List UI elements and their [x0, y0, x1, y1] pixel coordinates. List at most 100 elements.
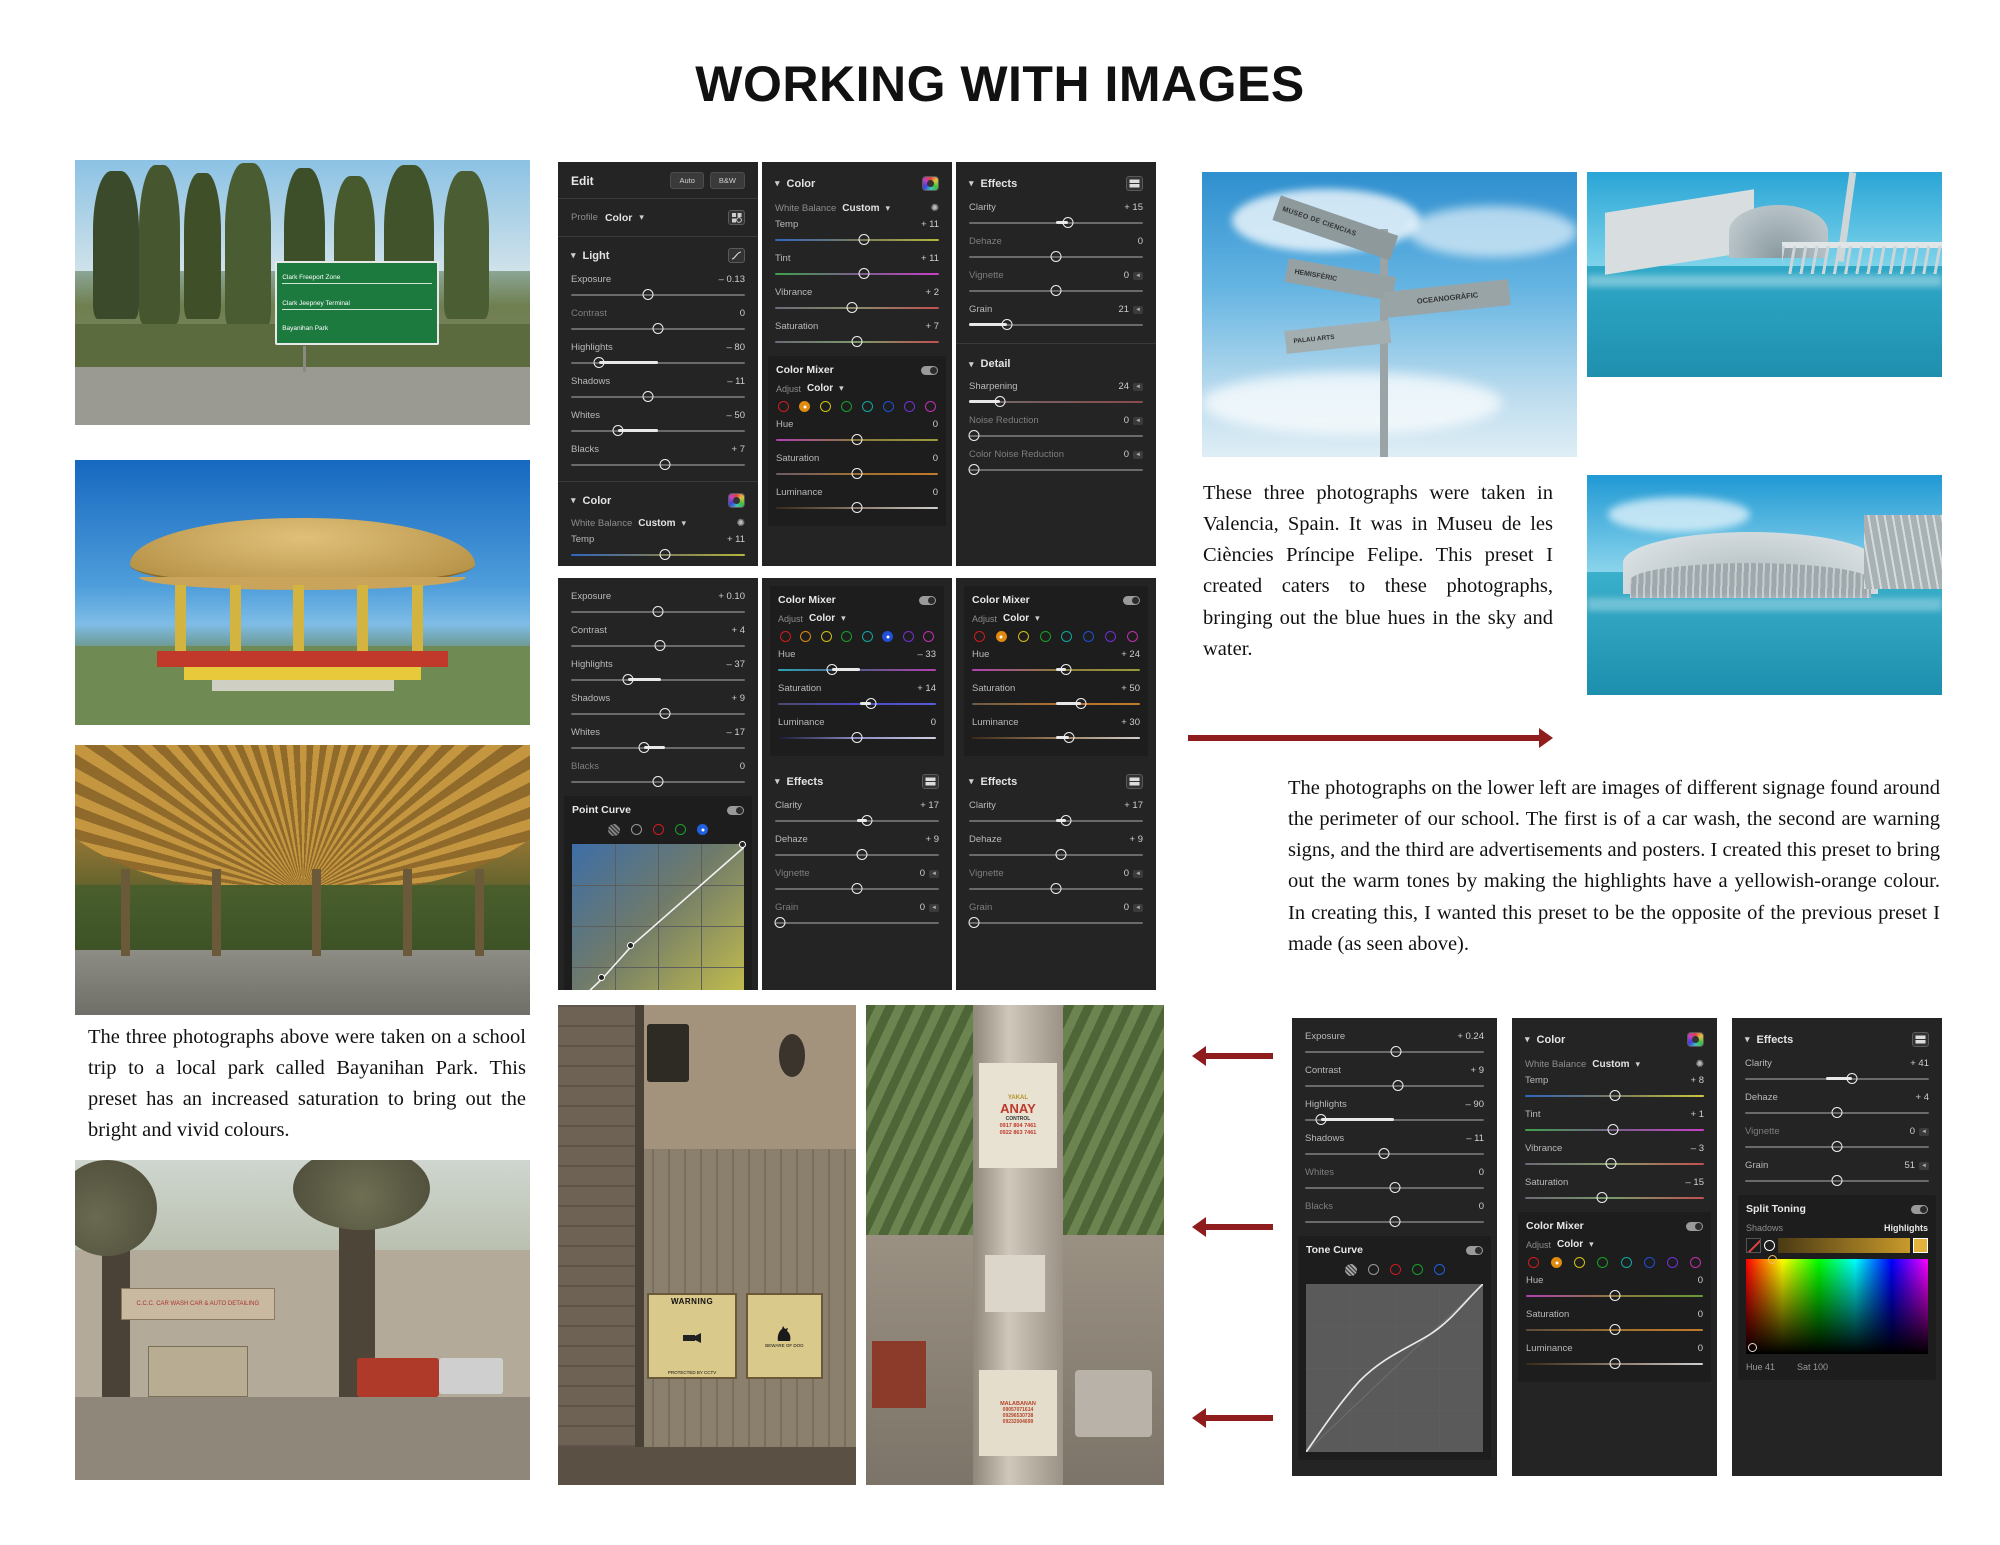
- slider-knob[interactable]: [1596, 1192, 1608, 1203]
- slider-knob[interactable]: [642, 289, 654, 300]
- point-curve-block[interactable]: Point Curve: [564, 796, 752, 990]
- color-swatch-3[interactable]: [1597, 1257, 1609, 1268]
- effects-split-toning-panel[interactable]: ▾ Effects Clarity + 41 Dehaze + 4 Vignet…: [1732, 1018, 1942, 1476]
- slider-track[interactable]: [969, 396, 1143, 408]
- color-swatch-7[interactable]: [922, 631, 934, 642]
- color-picker-field[interactable]: [1746, 1255, 1928, 1354]
- slider-knob[interactable]: [1389, 1216, 1400, 1227]
- light2-sliders[interactable]: Exposure + 0.10 Contrast + 4 Highlights …: [558, 586, 758, 790]
- slider-blacks[interactable]: Blacks 0: [558, 756, 758, 790]
- effects-section-header-4[interactable]: ▾ Effects: [1732, 1018, 1942, 1053]
- slider-exposure[interactable]: Exposure + 0.24: [1292, 1026, 1497, 1060]
- slider-highlights[interactable]: Highlights – 90: [1292, 1094, 1497, 1128]
- slider-saturation[interactable]: Saturation 0: [1526, 1304, 1703, 1338]
- slider-track[interactable]: [1305, 1046, 1484, 1058]
- slider-knob[interactable]: [774, 917, 786, 928]
- color-swatch-5[interactable]: [1083, 631, 1095, 642]
- slider-track[interactable]: [571, 289, 745, 301]
- slider-knob[interactable]: [652, 323, 664, 334]
- slider-track[interactable]: [776, 502, 938, 514]
- slider-hue[interactable]: Hue + 24: [972, 644, 1140, 678]
- color-swatch-6[interactable]: [1105, 631, 1117, 642]
- slider-whites[interactable]: Whites – 50: [558, 405, 758, 439]
- slider-shadows[interactable]: Shadows – 11: [1292, 1128, 1497, 1162]
- slider-track[interactable]: [969, 251, 1143, 263]
- effects-section-header[interactable]: ▾ Effects: [956, 162, 1156, 197]
- slider-clarity[interactable]: Clarity + 41: [1732, 1053, 1942, 1087]
- point-curve-graph[interactable]: [572, 841, 746, 990]
- color-swatch-5[interactable]: [882, 631, 894, 642]
- color-mixer-block-3[interactable]: Color Mixer Adjust Color ▾ Hue 0 Saturat…: [1518, 1212, 1711, 1382]
- slider-contrast[interactable]: Contrast 0: [558, 303, 758, 337]
- slider-track[interactable]: [775, 234, 939, 246]
- slider-track[interactable]: [571, 674, 745, 686]
- slider-track[interactable]: [1745, 1107, 1929, 1119]
- slider-dehaze[interactable]: Dehaze + 9: [762, 829, 952, 863]
- white-balance-value-3[interactable]: Custom: [1592, 1059, 1629, 1070]
- slider-knob[interactable]: [642, 391, 654, 402]
- color-swatch-1[interactable]: [1551, 1257, 1563, 1268]
- slider-vibrance[interactable]: Vibrance + 2: [762, 282, 952, 316]
- slider-track[interactable]: [778, 698, 936, 710]
- color-mixer-block-orange[interactable]: Color Mixer Adjust Color ▾ Hue + 24 Satu…: [964, 586, 1148, 756]
- slider-track[interactable]: [972, 698, 1140, 710]
- adjust-value[interactable]: Color: [807, 383, 833, 394]
- profile-row[interactable]: Profile Color ▾: [558, 199, 758, 236]
- slider-knob[interactable]: [1050, 285, 1062, 296]
- effects-preset-icon[interactable]: [1126, 176, 1143, 191]
- slider-knob[interactable]: [654, 640, 666, 651]
- color-swatch-1[interactable]: [995, 631, 1007, 642]
- effects-sliders[interactable]: Clarity + 15 Dehaze 0 Vignette 0 ◄ Grain…: [956, 197, 1156, 333]
- slider-track[interactable]: [774, 917, 939, 929]
- color-swatch-4[interactable]: [861, 631, 873, 642]
- slider-track[interactable]: [972, 664, 1140, 676]
- slider-knob[interactable]: [1609, 1290, 1620, 1301]
- slider-grain[interactable]: Grain 0 ◄: [956, 897, 1156, 931]
- eyedropper-icon[interactable]: ✺: [1696, 1059, 1704, 1070]
- slider-knob[interactable]: [858, 268, 870, 279]
- slider-contrast[interactable]: Contrast + 4: [558, 620, 758, 654]
- slider-knob[interactable]: [1315, 1114, 1327, 1125]
- color-mixer-sliders[interactable]: Hue 0 Saturation 0 Luminance 0: [776, 414, 938, 516]
- slider-knob[interactable]: [1389, 1182, 1400, 1193]
- effects2-sliders[interactable]: Clarity + 17 Dehaze + 9 Vignette 0 ◄ Gra…: [762, 795, 952, 931]
- slider-vignette[interactable]: Vignette 0 ◄: [1732, 1121, 1942, 1155]
- tone-curve-block[interactable]: Tone Curve: [1298, 1236, 1491, 1461]
- slider-highlights[interactable]: Highlights – 80: [558, 337, 758, 371]
- effects-preset-icon[interactable]: [1912, 1032, 1929, 1047]
- slider-knob[interactable]: [968, 464, 980, 475]
- edit-light-sliders[interactable]: Exposure – 0.13 Contrast 0 Highlights – …: [558, 269, 758, 473]
- color-mixer-toggle-3[interactable]: [1686, 1221, 1703, 1231]
- slider-dehaze[interactable]: Dehaze + 9: [956, 829, 1156, 863]
- slider-track[interactable]: [972, 732, 1140, 744]
- slider-track[interactable]: [571, 640, 745, 652]
- color-mixer-block-blue[interactable]: Color Mixer Adjust Color ▾ Hue – 33 Satu…: [770, 586, 944, 756]
- slider-knob[interactable]: [1609, 1324, 1620, 1335]
- split-toning-block[interactable]: Split Toning Shadows Highlights Hue 41 S…: [1738, 1195, 1936, 1380]
- color-swatch-6[interactable]: [902, 631, 914, 642]
- slider-track[interactable]: [776, 468, 938, 480]
- slider-knob[interactable]: [1050, 251, 1062, 262]
- color-wheel-icon[interactable]: [728, 493, 745, 508]
- slider-knob[interactable]: [851, 883, 863, 894]
- slider-track[interactable]: [1745, 1073, 1929, 1085]
- color-swatch-3[interactable]: [841, 401, 852, 412]
- slider-knob[interactable]: [1831, 1107, 1843, 1118]
- slider-track[interactable]: [571, 391, 745, 403]
- curve-channel-1[interactable]: [1367, 1264, 1379, 1275]
- slider-knob[interactable]: [1831, 1175, 1843, 1186]
- light-section-header[interactable]: ▾ Light: [558, 237, 758, 269]
- tone-curve-channel-dots[interactable]: [1306, 1264, 1483, 1276]
- color-swatch-row-3[interactable]: [1528, 1257, 1701, 1268]
- color-swatch-7[interactable]: [1689, 1257, 1701, 1268]
- slider-knob[interactable]: [652, 776, 664, 787]
- slider-track[interactable]: [1525, 1090, 1704, 1102]
- slider-shadows[interactable]: Shadows – 11: [558, 371, 758, 405]
- white-balance-value-2[interactable]: Custom: [842, 203, 879, 214]
- slider-knob[interactable]: [851, 336, 863, 347]
- slider-track[interactable]: [571, 708, 745, 720]
- curve-channel-3[interactable]: [1411, 1264, 1423, 1275]
- color-wheel-icon[interactable]: [1687, 1032, 1704, 1047]
- color-swatch-0[interactable]: [780, 631, 791, 642]
- slider-track[interactable]: [1525, 1124, 1704, 1136]
